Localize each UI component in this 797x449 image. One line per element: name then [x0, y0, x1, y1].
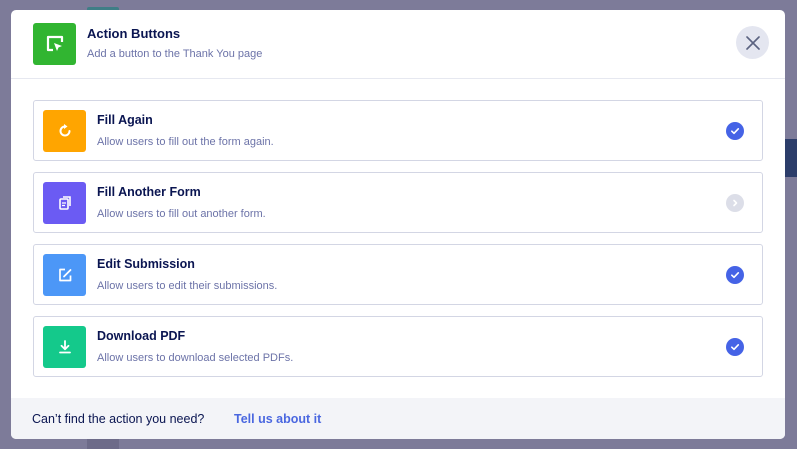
chevron-right-icon[interactable]	[726, 194, 744, 212]
action-title: Fill Another Form	[97, 185, 201, 199]
footer-text: Can’t find the action you need?	[32, 412, 205, 426]
action-description: Allow users to fill out the form again.	[97, 136, 274, 148]
modal-title: Action Buttons	[87, 26, 181, 41]
check-icon[interactable]	[726, 266, 744, 284]
modal-header: Action Buttons Add a button to the Thank…	[11, 10, 785, 79]
action-list: Fill Again Allow users to fill out the f…	[33, 100, 763, 388]
action-card-fill-another-form[interactable]: Fill Another Form Allow users to fill ou…	[33, 172, 763, 233]
action-title: Edit Submission	[97, 257, 195, 271]
action-description: Allow users to download selected PDFs.	[97, 352, 294, 364]
background-bar	[785, 139, 797, 177]
modal-subtitle: Add a button to the Thank You page	[87, 48, 263, 60]
close-icon	[745, 35, 760, 50]
check-icon[interactable]	[726, 122, 744, 140]
forms-icon	[43, 182, 86, 224]
action-title: Download PDF	[97, 329, 186, 343]
cursor-frame-icon	[33, 23, 76, 65]
close-button[interactable]	[736, 26, 769, 59]
action-description: Allow users to edit their submissions.	[97, 280, 278, 292]
tell-us-link[interactable]: Tell us about it	[234, 412, 321, 426]
action-description: Allow users to fill out another form.	[97, 208, 266, 220]
check-icon[interactable]	[726, 338, 744, 356]
action-card-edit-submission[interactable]: Edit Submission Allow users to edit thei…	[33, 244, 763, 305]
action-buttons-modal: Action Buttons Add a button to the Thank…	[11, 10, 785, 439]
action-card-fill-again[interactable]: Fill Again Allow users to fill out the f…	[33, 100, 763, 161]
download-icon	[43, 326, 86, 368]
action-card-download-pdf[interactable]: Download PDF Allow users to download sel…	[33, 316, 763, 377]
action-title: Fill Again	[97, 113, 153, 127]
edit-icon	[43, 254, 86, 296]
refresh-icon	[43, 110, 86, 152]
modal-footer: Can’t find the action you need? Tell us …	[11, 398, 785, 439]
background-strip	[87, 439, 119, 449]
